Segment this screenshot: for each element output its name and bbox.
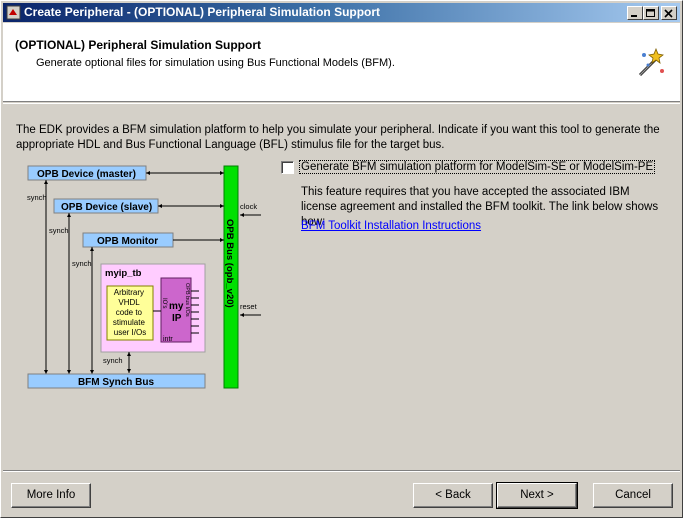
wizard-wand-icon — [638, 47, 664, 77]
cancel-label: Cancel — [615, 489, 651, 501]
synch-label-3: synch — [72, 259, 92, 268]
more-info-button[interactable]: More Info — [11, 483, 91, 508]
bfm-checkbox-label[interactable]: Generate BFM simulation platform for Mod… — [299, 160, 656, 174]
more-info-label: More Info — [26, 489, 76, 501]
opb-bus-label: OPB Bus (opb_v20) — [224, 219, 235, 308]
page-title: (OPTIONAL) Peripheral Simulation Support — [15, 38, 262, 52]
intr-label: intr — [163, 336, 173, 343]
myip-tb-label: myip_tb — [105, 268, 142, 279]
my-ip-label-2: IP — [172, 313, 182, 324]
reset-label: reset — [240, 302, 258, 311]
next-button[interactable]: Next > — [496, 482, 578, 509]
close-icon — [664, 9, 673, 18]
opb-monitor-label: OPB Monitor — [97, 236, 158, 247]
vhdl-line-2: VHDL — [118, 298, 140, 307]
synch-label-2: synch — [49, 226, 69, 235]
header-divider — [3, 103, 680, 104]
synch-label-4: synch — [103, 356, 123, 365]
vhdl-line-4: stimulate — [113, 318, 146, 327]
minimize-icon — [631, 15, 637, 17]
vhdl-line-3: code to — [116, 308, 143, 317]
vhdl-line-1: Arbitrary — [114, 288, 144, 297]
wizard-window: Create Peripheral - (OPTIONAL) Periphera… — [0, 0, 683, 518]
minimize-button[interactable] — [627, 6, 643, 20]
opb-slave-label: OPB Device (slave) — [61, 202, 152, 213]
clock-label: clock — [240, 202, 257, 211]
wizard-header: (OPTIONAL) Peripheral Simulation Support… — [3, 23, 680, 102]
app-icon — [6, 5, 21, 20]
opb-master-label: OPB Device (master) — [37, 169, 136, 180]
back-button[interactable]: < Back — [413, 483, 493, 508]
bfm-synch-bus-label: BFM Synch Bus — [78, 377, 155, 388]
my-ip-label-1: my — [169, 301, 184, 312]
close-button[interactable] — [661, 6, 677, 20]
user-io-label: OPB bus I/Os — [184, 283, 190, 317]
bfm-diagram: OPB Bus (opb_v20) clock reset OPB Device… — [27, 165, 261, 389]
page-subtitle: Generate optional files for simulation u… — [36, 57, 395, 69]
cancel-button[interactable]: Cancel — [593, 483, 673, 508]
vhdl-line-5: user I/Os — [114, 328, 146, 337]
back-label: < Back — [435, 489, 471, 501]
window-title: Create Peripheral - (OPTIONAL) Periphera… — [24, 5, 381, 19]
next-label: Next > — [520, 489, 554, 501]
io-label: IO's — [161, 298, 167, 308]
synch-label-1: synch — [27, 193, 47, 202]
maximize-button[interactable] — [643, 6, 659, 20]
title-bar[interactable]: Create Peripheral - (OPTIONAL) Periphera… — [3, 3, 680, 22]
intro-text: The EDK provides a BFM simulation platfo… — [16, 124, 660, 151]
bfm-checkbox[interactable] — [281, 161, 294, 174]
bfm-toolkit-link[interactable]: BFM Toolkit Installation Instructions — [301, 220, 481, 232]
footer-divider-highlight — [3, 471, 680, 472]
maximize-icon — [646, 9, 655, 17]
svg-text:Arbitrary VHDL cod: Arbitrary VHDL code to stimulate user I/… — [113, 288, 147, 337]
